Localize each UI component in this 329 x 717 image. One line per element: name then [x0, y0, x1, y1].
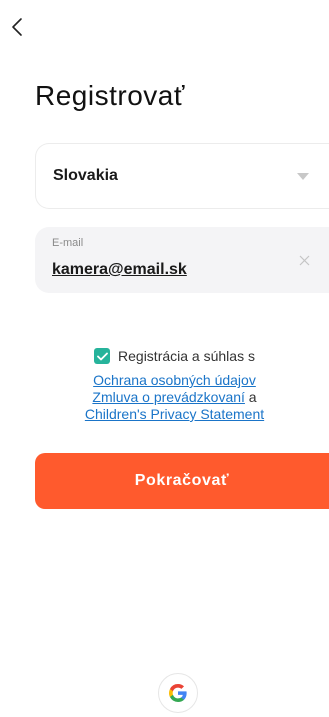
- consent-block: Registrácia a súhlas s Ochrana osobných …: [0, 348, 329, 423]
- consent-links: Ochrana osobných údajov Zmluva o prevádz…: [20, 372, 329, 423]
- registration-screen: Registrovať Slovakia E-mail kamera@email…: [0, 0, 329, 717]
- privacy-policy-link[interactable]: Ochrana osobných údajov: [93, 372, 256, 388]
- google-icon: [169, 684, 187, 702]
- continue-label: Pokračovať: [134, 472, 230, 489]
- consent-text: Registrácia a súhlas s: [118, 348, 255, 364]
- checkmark-icon: [96, 352, 108, 360]
- email-input[interactable]: kamera@email.sk: [52, 261, 187, 279]
- close-icon[interactable]: [298, 254, 311, 267]
- page-title: Registrovať: [35, 80, 185, 111]
- continue-button[interactable]: Pokračovať: [35, 453, 329, 509]
- consent-row: Registrácia a súhlas s: [20, 348, 329, 364]
- google-login-button[interactable]: [158, 673, 198, 713]
- email-label: E-mail: [52, 237, 84, 249]
- chevron-left-icon: [12, 18, 22, 36]
- conjunction-text: a: [244, 389, 257, 405]
- caret-down-icon: [297, 173, 309, 180]
- country-select[interactable]: Slovakia: [35, 143, 329, 209]
- children-privacy-link[interactable]: Children's Privacy Statement: [85, 406, 264, 422]
- terms-link[interactable]: Zmluva o prevádzkovaní: [92, 389, 245, 405]
- back-button[interactable]: [4, 14, 30, 40]
- consent-checkbox[interactable]: [94, 348, 111, 364]
- email-field[interactable]: E-mail kamera@email.sk: [35, 227, 329, 293]
- country-value: Slovakia: [53, 167, 118, 184]
